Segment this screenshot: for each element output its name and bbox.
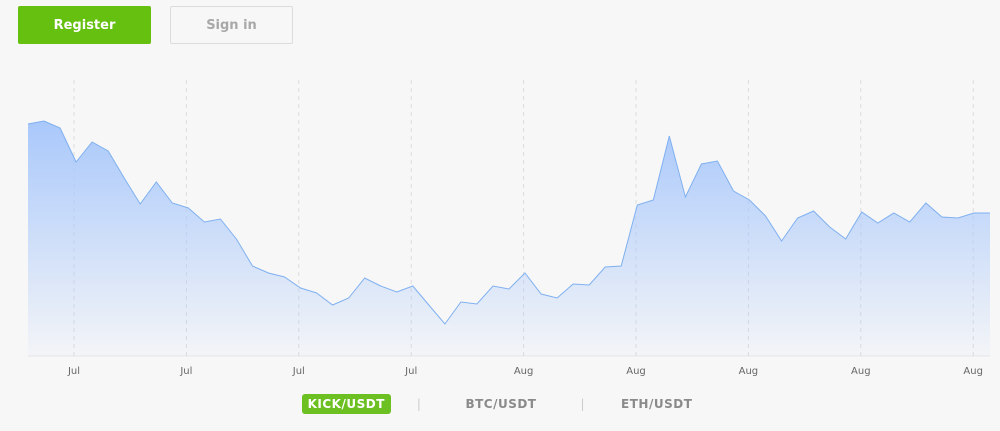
- x-tick-label: Aug: [851, 366, 871, 377]
- x-tick-label: Jul: [67, 366, 80, 377]
- divider: |: [416, 397, 422, 411]
- pair-tab-eth-usdt[interactable]: ETH/USDT: [615, 394, 698, 414]
- x-tick-label: Aug: [739, 366, 759, 377]
- x-tick-label: Jul: [404, 366, 417, 377]
- pair-tab-kick-usdt[interactable]: KICK/USDT: [301, 394, 391, 414]
- x-tick-label: Aug: [514, 366, 534, 377]
- pair-selector: KICK/USDT | BTC/USDT | ETH/USDT: [0, 394, 1000, 414]
- pair-tab-btc-usdt[interactable]: BTC/USDT: [459, 394, 542, 414]
- x-tick-label: Aug: [626, 366, 646, 377]
- x-tick-label: Aug: [963, 366, 983, 377]
- x-tick-label: Jul: [292, 366, 305, 377]
- price-chart: Jul Jul Jul Jul Aug Aug Aug Aug Aug: [27, 80, 990, 377]
- x-tick-label: Jul: [179, 366, 192, 377]
- divider: |: [580, 397, 586, 411]
